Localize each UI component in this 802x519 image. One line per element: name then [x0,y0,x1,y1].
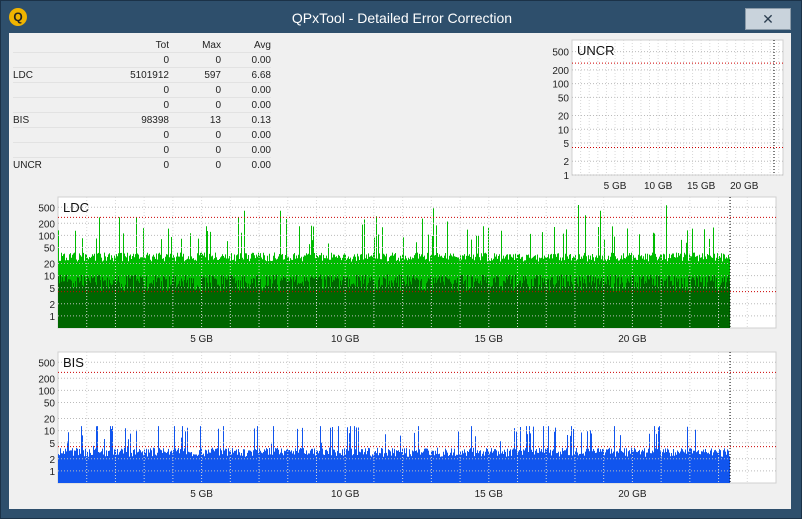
row-max: 0 [169,82,221,98]
row-label [13,97,71,113]
row-avg: 0.00 [221,82,271,98]
stats-header-row: Tot Max Avg [13,38,271,53]
row-avg: 0.00 [221,52,271,68]
x-tick-label: 15 GB [475,489,504,500]
header-tot: Tot [155,39,169,51]
y-tick-label: 500 [38,358,55,369]
stats-table: Tot Max Avg 0 0 0.00 LDC 5101912 597 6.68 000… [13,38,271,172]
row-tot: 0 [71,157,169,172]
header-max: Max [202,39,221,51]
stats-row: 0 0 0.00 [13,52,271,68]
y-tick-label: 5 [563,139,569,150]
row-tot: 0 [71,82,169,98]
row-label [13,127,71,143]
x-tick-label: 5 GB [604,181,627,192]
y-tick-label: 10 [44,427,56,438]
uncr-chart: 1 2 5 10 20 50 100 200 500 5 GB 10 GB 15 GB 20 GB UNC… [552,39,784,192]
chart-title: UNCR [577,43,615,58]
row-avg: 0.00 [221,127,271,143]
x-tick-label: 20 GB [730,181,759,192]
row-label: LDC [13,67,71,83]
y-tick-label: 200 [552,66,569,77]
row-max: 13 [169,112,221,128]
y-tick-label: 50 [44,244,56,255]
y-tick-label: 200 [38,219,55,230]
row-tot: 0 [71,142,169,158]
title-bar[interactable]: Q QPxTool - Detailed Error Correction ✕ [1,1,801,33]
x-tick-label: 15 GB [687,181,716,192]
x-tick-label: 5 GB [190,489,213,500]
row-avg: 0.00 [221,142,271,158]
x-tick-label: 5 GB [190,334,213,345]
row-avg: 0.00 [221,157,271,172]
x-tick-label: 20 GB [618,334,647,345]
chart-title: BIS [63,355,84,370]
chart-title: LDC [63,200,89,215]
y-tick-label: 20 [44,260,56,271]
ldc-chart: 12 51020 50 100200 500 5 GB 10 GB 15 GB 20 GB LDC [38,196,777,345]
y-tick-label: 500 [38,203,55,214]
row-tot: 0 [71,127,169,143]
row-max: 0 [169,52,221,68]
y-tick-label: 50 [558,93,570,104]
y-tick-label: 20 [558,112,570,123]
y-tick-label: 2 [563,157,569,168]
row-avg: 0.13 [221,112,271,128]
stats-row: UNCR 0 0 0.00 [13,157,271,172]
y-tick-label: 50 [44,399,56,410]
y-tick-label: 200 [38,374,55,385]
header-label [13,38,71,53]
y-tick-label: 20 [44,415,56,426]
row-max: 0 [169,142,221,158]
row-max: 0 [169,157,221,172]
stats-row: 0 0 0.00 [13,97,271,113]
row-avg: 6.68 [221,67,271,83]
row-max: 0 [169,127,221,143]
row-label: BIS [13,112,71,128]
header-avg: Avg [253,39,271,51]
y-tick-label: 5 [49,439,55,450]
y-tick-label: 5 [49,284,55,295]
row-avg: 0.00 [221,97,271,113]
stats-row: LDC 5101912 597 6.68 [13,67,271,83]
row-tot: 5101912 [71,67,169,83]
row-label [13,142,71,158]
y-tick-label: 1 [563,171,569,182]
x-tick-label: 10 GB [331,334,360,345]
y-tick-label: 1 [49,312,55,323]
x-tick-label: 20 GB [618,489,647,500]
row-tot: 0 [71,52,169,68]
x-tick-label: 10 GB [644,181,673,192]
y-tick-label: 100 [552,80,569,91]
y-tick-label: 500 [552,48,569,59]
y-tick-label: 100 [38,386,55,397]
window-title: QPxTool - Detailed Error Correction [291,10,513,26]
stats-row: 0 0 0.00 [13,82,271,98]
row-tot: 0 [71,97,169,113]
y-tick-label: 10 [44,272,56,283]
bis-chart: 12 51020 50 100200 500 5 GB 10 GB 15 GB 20 GB BIS [38,351,777,500]
row-tot: 98398 [71,112,169,128]
x-tick-label: 10 GB [331,489,360,500]
row-max: 0 [169,97,221,113]
y-tick-label: 100 [38,231,55,242]
close-button[interactable]: ✕ [745,8,791,30]
row-max: 597 [169,67,221,83]
plot-area [571,39,784,176]
row-label: UNCR [13,157,71,172]
x-tick-label: 15 GB [475,334,504,345]
row-label [13,82,71,98]
row-label [13,52,71,68]
stats-row: BIS 98398 13 0.13 [13,112,271,128]
stats-row: 0 0 0.00 [13,127,271,143]
stats-row: 0 0 0.00 [13,142,271,158]
y-tick-label: 1 [49,467,55,478]
y-tick-label: 10 [558,125,570,136]
y-tick-label: 2 [49,300,55,311]
y-tick-label: 2 [49,455,55,466]
